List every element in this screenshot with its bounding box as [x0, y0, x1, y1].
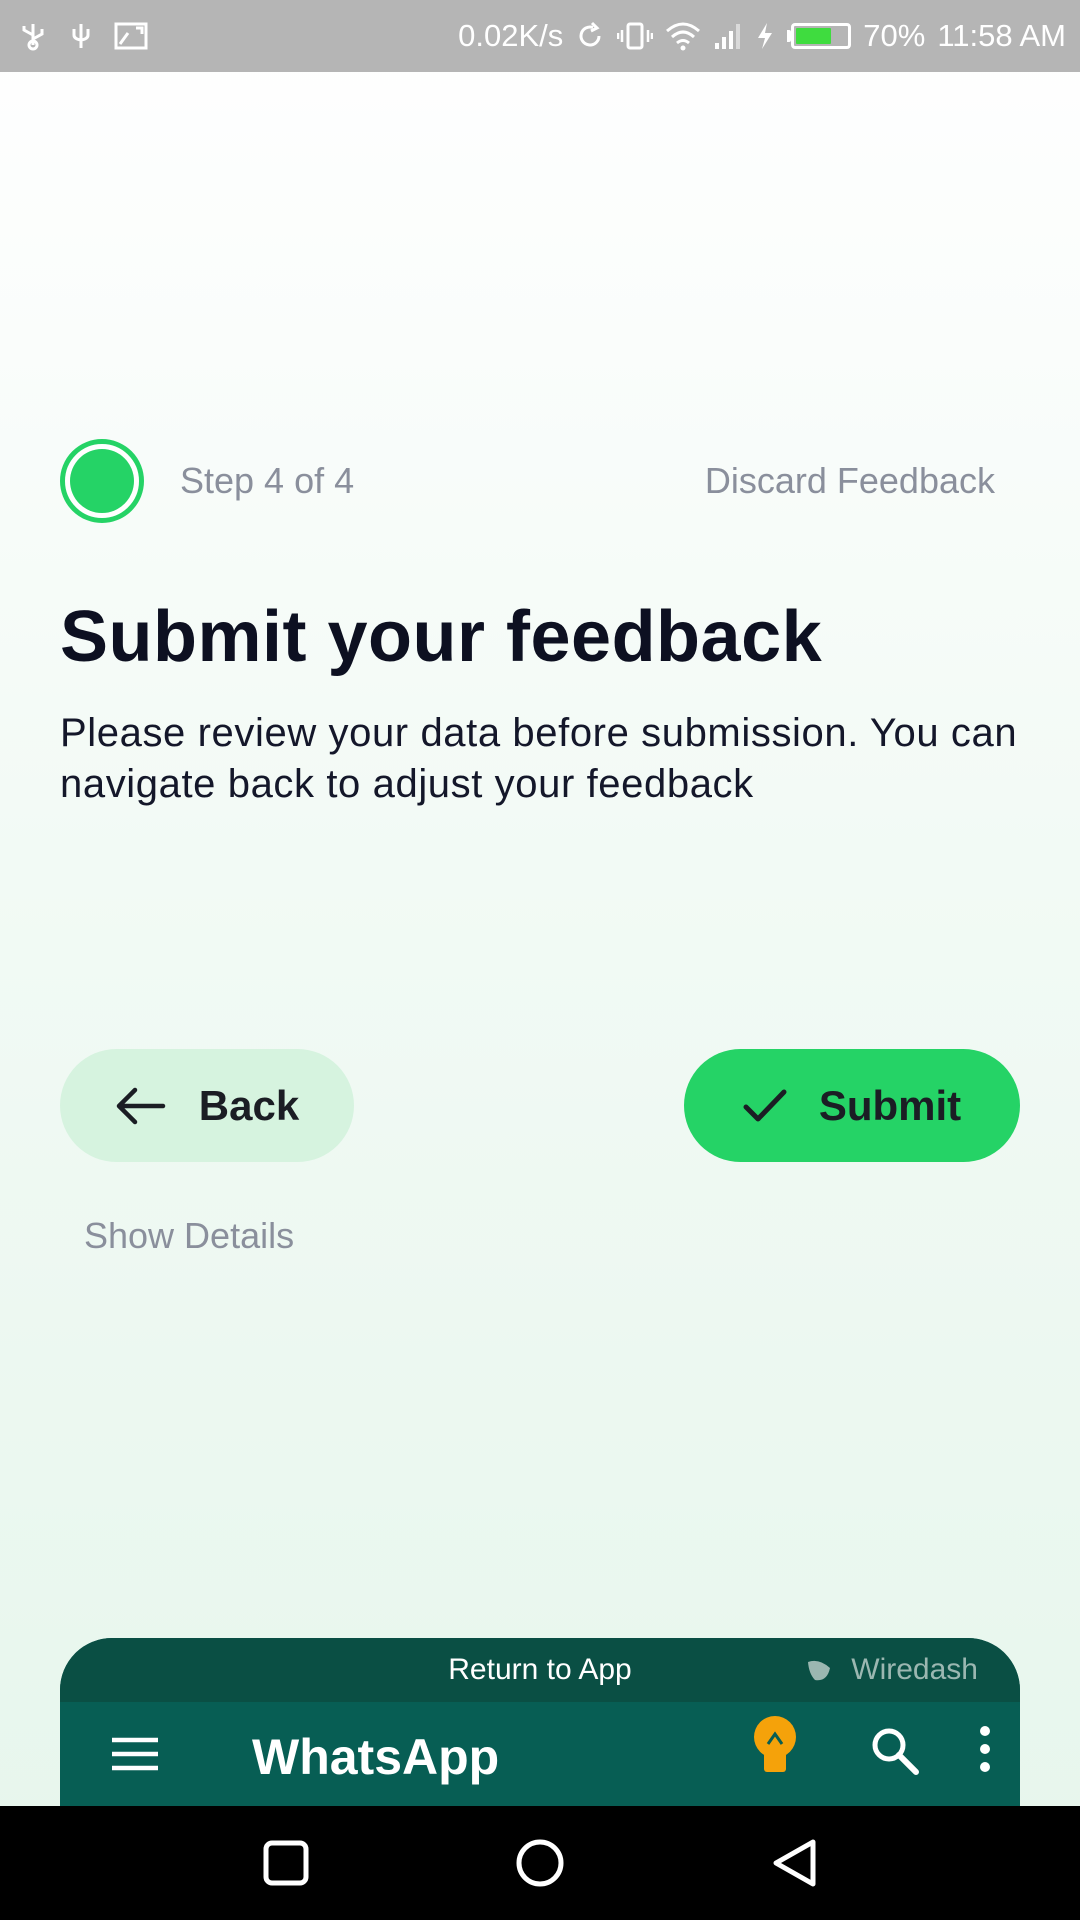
- battery-fill: [796, 28, 832, 44]
- battery-body: [791, 23, 852, 49]
- show-details-link[interactable]: Show Details: [84, 1215, 294, 1257]
- usb-icon: [66, 21, 96, 51]
- status-left-icons: [18, 21, 148, 51]
- whatsapp-app-bar: WhatsApp: [60, 1702, 1020, 1806]
- app-preview[interactable]: Return to App Wiredash WhatsApp: [60, 1638, 1020, 1806]
- wiredash-brand: Wiredash: [805, 1638, 978, 1702]
- return-to-app-button[interactable]: Return to App: [448, 1653, 631, 1687]
- recents-button[interactable]: [263, 1840, 309, 1886]
- wifi-icon: [665, 21, 701, 51]
- vibrate-icon: [617, 21, 654, 51]
- sync-icon: [575, 21, 605, 51]
- battery-icon: [787, 23, 852, 49]
- back-nav-button[interactable]: [771, 1838, 817, 1888]
- back-button-label: Back: [198, 1081, 300, 1129]
- home-button[interactable]: [515, 1838, 565, 1888]
- signal-icon: [713, 21, 743, 51]
- usb-icon: [18, 21, 48, 51]
- wiredash-logo-icon: [808, 1660, 831, 1681]
- circle-icon: [516, 1839, 564, 1887]
- square-icon: [263, 1840, 309, 1886]
- step-progress-fill: [70, 449, 134, 513]
- check-icon: [743, 1089, 787, 1121]
- step-progress-indicator: [60, 439, 144, 523]
- app-title: WhatsApp: [252, 1729, 500, 1785]
- page-title: Submit your feedback: [60, 597, 823, 677]
- screenshot-icon: [114, 21, 148, 51]
- arrow-left-icon: [116, 1087, 166, 1124]
- battery-percent: 70%: [863, 18, 926, 53]
- page-subtitle: Please review your data before submissio…: [60, 711, 1018, 806]
- step-row: Step 4 of 4 Discard Feedback: [60, 438, 995, 524]
- submit-button-label: Submit: [818, 1081, 962, 1129]
- wiredash-label: Wiredash: [851, 1653, 978, 1686]
- discard-feedback-button[interactable]: Discard Feedback: [705, 460, 995, 502]
- system-nav-bar: [0, 1806, 1080, 1920]
- network-speed: 0.02K/s: [458, 18, 564, 53]
- preview-header: Return to App Wiredash: [60, 1638, 1020, 1702]
- clock: 11:58 AM: [937, 18, 1066, 53]
- step-label: Step 4 of 4: [180, 460, 355, 501]
- back-button[interactable]: Back: [60, 1049, 354, 1162]
- lightbulb-icon: [754, 1716, 796, 1772]
- search-icon: [872, 1728, 919, 1775]
- status-right-icons: 0.02K/s 70% 11:58 AM: [458, 18, 1066, 54]
- triangle-back-icon: [773, 1839, 816, 1887]
- submit-button[interactable]: Submit: [684, 1049, 1020, 1162]
- charging-icon: [755, 21, 775, 51]
- status-bar: 0.02K/s 70% 11:58 AM: [0, 0, 1080, 72]
- more-vert-icon: [980, 1726, 990, 1772]
- menu-icon: [112, 1737, 158, 1771]
